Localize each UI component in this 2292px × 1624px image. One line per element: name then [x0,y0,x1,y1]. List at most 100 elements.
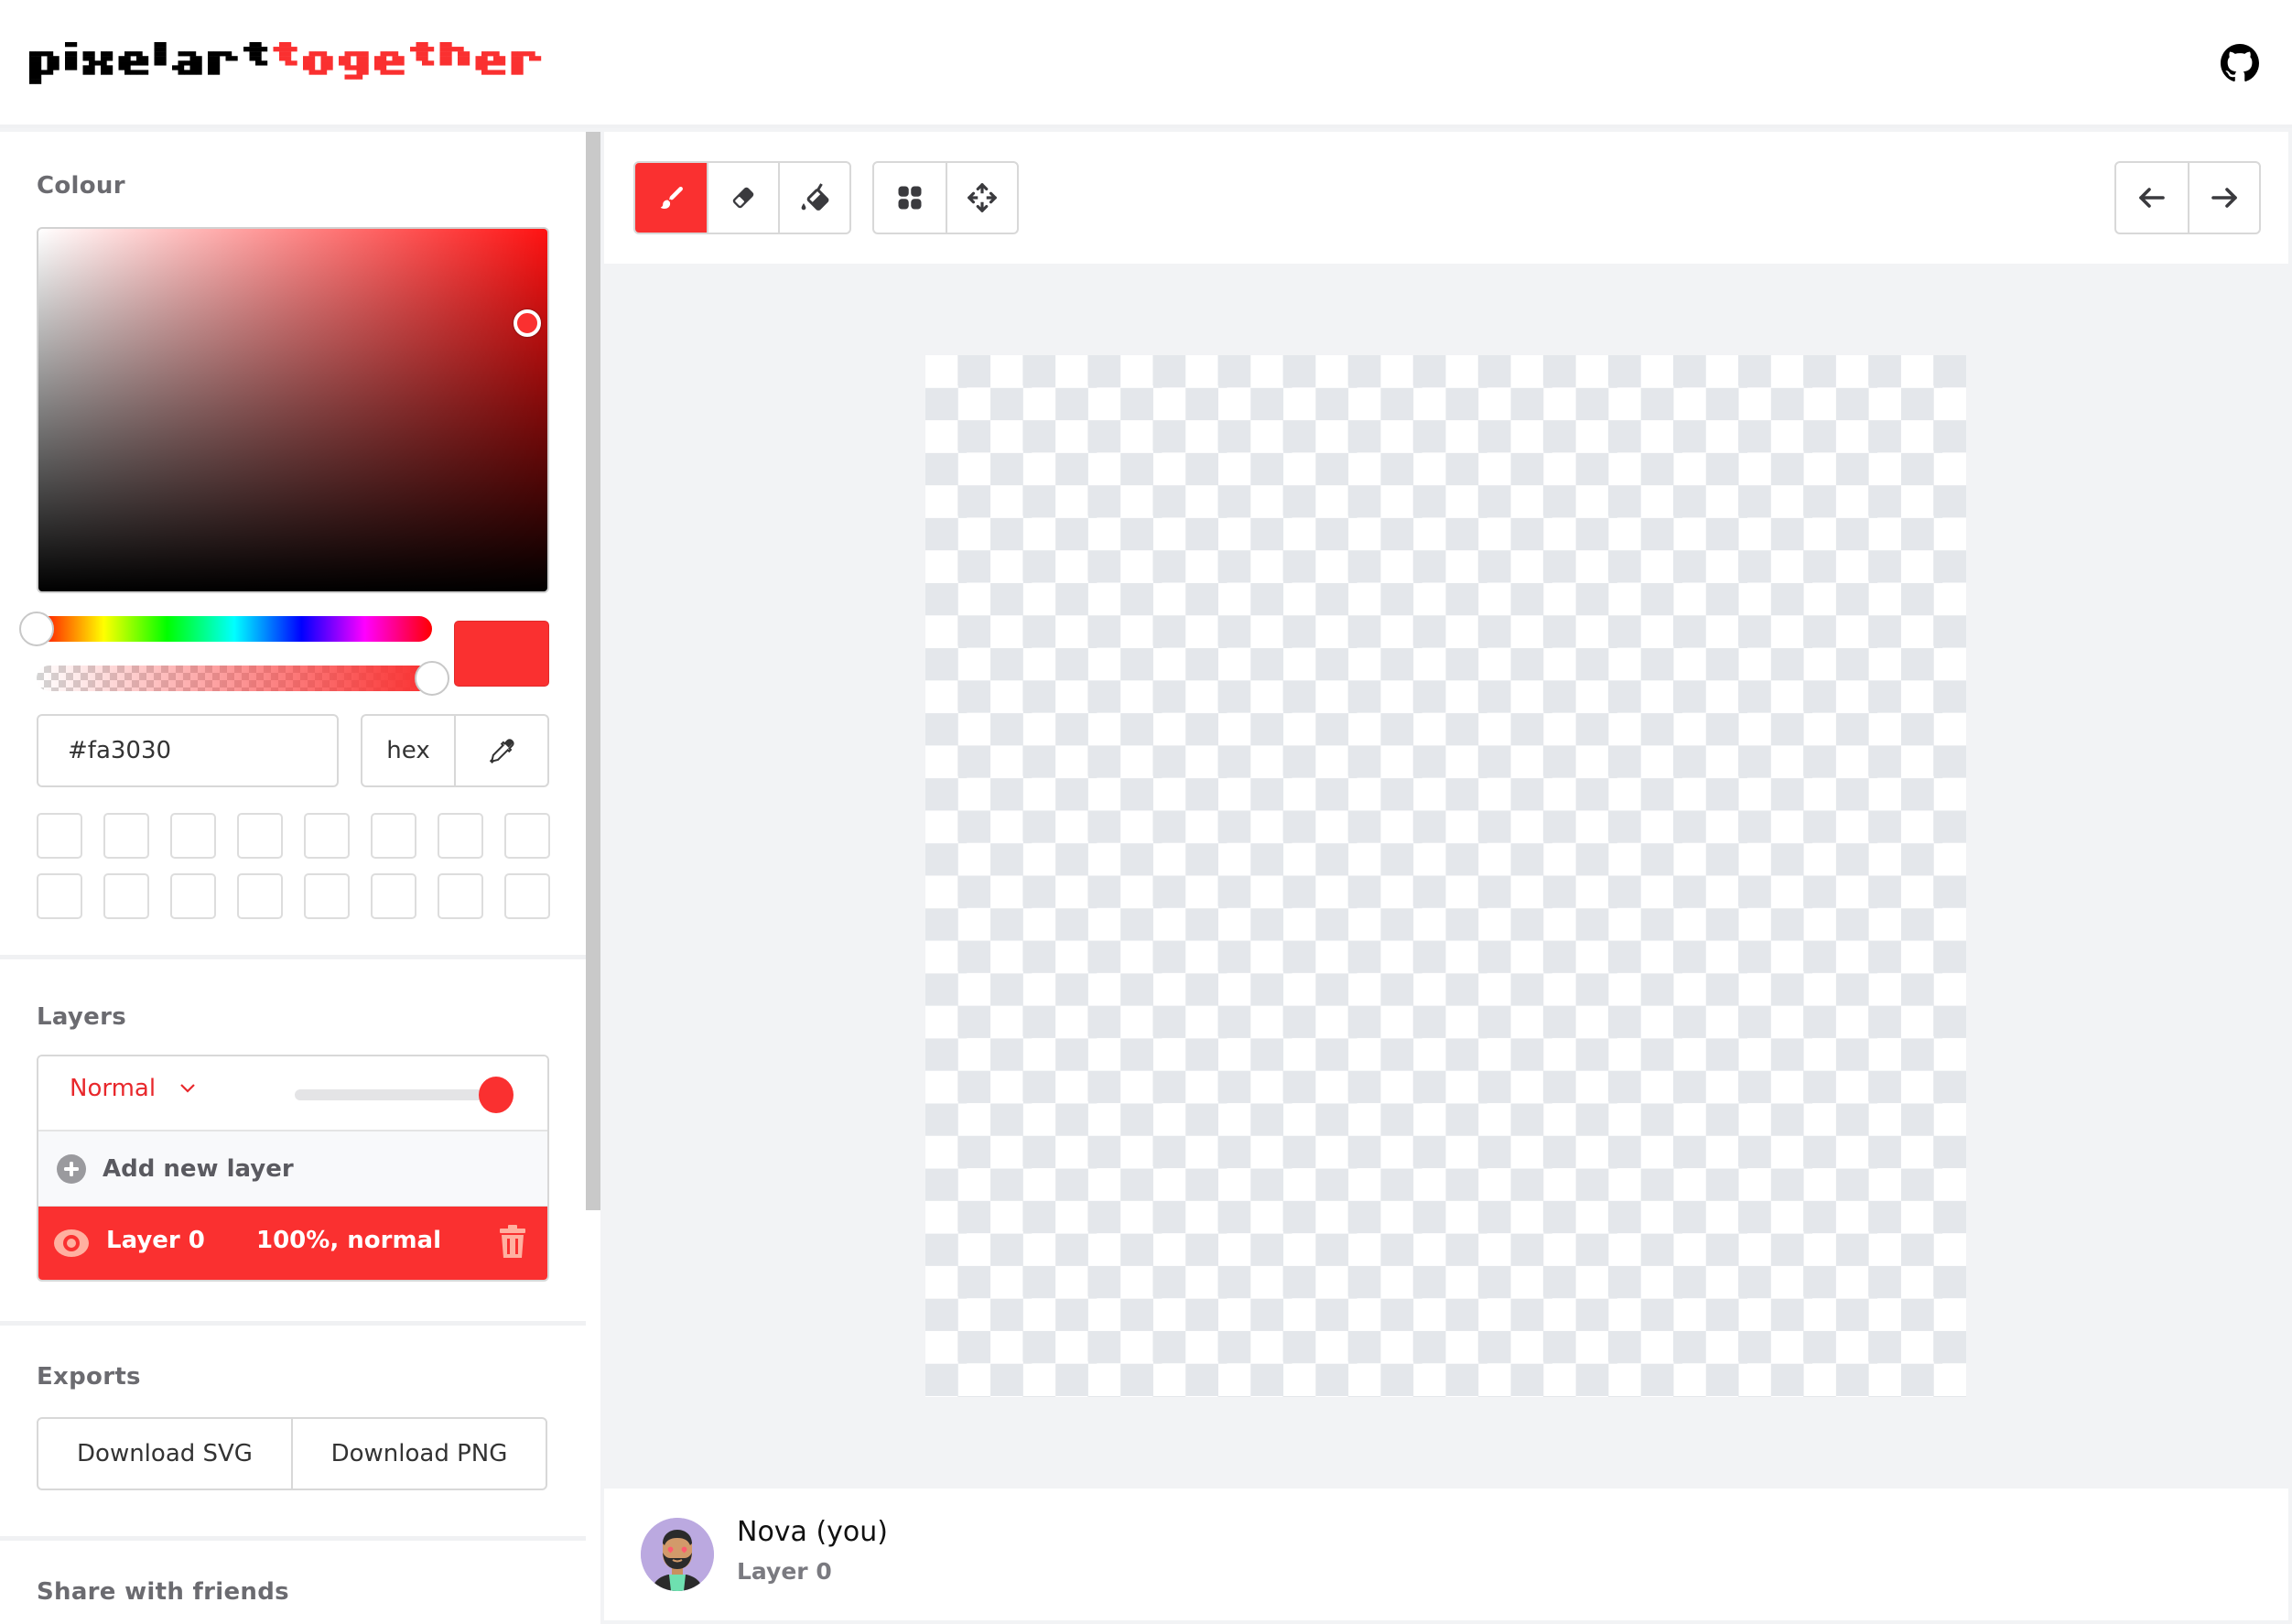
logo-pixel [362,60,369,66]
logo-pixel [160,42,167,48]
logo-pixel [439,60,447,66]
logo-pixel [356,70,363,75]
fill-tool-button[interactable] [778,163,849,233]
palette-swatch-slot[interactable] [170,873,216,919]
logo-pixel [493,51,500,57]
logo-pixel [70,60,78,66]
logo-pixel [356,56,363,61]
hue-slider-handle[interactable] [19,612,54,646]
colour-format-toggle[interactable]: hex [362,716,454,785]
download-svg-button[interactable]: Download SVG [38,1419,291,1489]
logo-pixel [320,56,328,61]
logo-pixel [517,70,524,75]
logo-pixel [285,56,292,61]
layer-opacity-handle[interactable] [479,1077,514,1113]
sidebar-scrollbar[interactable] [586,132,600,1624]
logo-pixel [380,56,387,61]
logo-pixel [529,56,535,61]
logo[interactable] [29,42,547,90]
logo-pixel [160,51,167,57]
saturation-value-picker[interactable] [37,227,549,593]
trash-icon [500,1225,525,1258]
move-tool-button[interactable] [946,163,1017,233]
logo-pixel [196,60,202,66]
alpha-slider-handle[interactable] [415,661,449,696]
logo-pixel [308,60,316,66]
logo-pixel [463,60,470,66]
alpha-slider[interactable] [37,661,449,696]
eraser-tool-button[interactable] [707,163,778,233]
logo-pixel [344,56,351,61]
palette-swatch-slot[interactable] [37,813,82,859]
palette-swatch-slot[interactable] [504,873,550,919]
grid-toggle-button[interactable] [874,163,946,233]
hex-colour-input[interactable] [37,714,339,787]
saturation-value-handle[interactable] [513,309,541,337]
logo-pixel [136,56,143,61]
logo-pixel [118,65,125,70]
logo-pixel [303,65,309,70]
redo-button[interactable] [2188,163,2259,233]
download-png-button[interactable]: Download PNG [291,1419,546,1489]
visibility-toggle[interactable] [53,1227,90,1266]
layer-item[interactable]: Layer 0 100%, normal [38,1207,547,1280]
logo-pixel [255,47,262,52]
palette-swatch-slot[interactable] [371,873,416,919]
palette-swatch-slot[interactable] [103,813,149,859]
logo-pixel [82,51,90,57]
blend-mode-select[interactable]: Normal [70,1075,196,1102]
palette-swatch-slot[interactable] [438,873,483,919]
logo-pixel [178,65,185,70]
delete-layer-button[interactable] [500,1225,525,1266]
logo-pixel [344,74,351,80]
palette-swatch-slot[interactable] [438,813,483,859]
layer-opacity-slider[interactable] [295,1077,514,1113]
drawing-canvas[interactable] [925,355,1966,1397]
logo-pixel [29,74,36,80]
arrow-right-icon [2211,188,2237,208]
logo-pixel [481,60,488,66]
palette-swatch-slot[interactable] [237,813,283,859]
logo-pixel [35,60,42,66]
logo-pixel [65,56,71,61]
logo-pixel [142,60,149,66]
logo-pixel [154,42,161,48]
palette-swatch-slot[interactable] [371,813,416,859]
logo-pixel [320,65,328,70]
logo-pixel [320,70,328,75]
logo-pixel [124,60,131,66]
logo-pixel [101,60,107,66]
palette-swatch-slot[interactable] [37,873,82,919]
eyedropper-button[interactable] [454,716,547,785]
logo-pixel [255,51,262,57]
palette-swatch-slot[interactable] [237,873,283,919]
brush-tool-button[interactable] [635,163,707,233]
undo-button[interactable] [2116,163,2188,233]
logo-pixel [142,70,149,75]
logo-pixel [422,51,428,57]
logo-pixel [535,56,542,61]
palette-swatch-slot[interactable] [304,813,350,859]
palette-swatch-slot[interactable] [304,873,350,919]
logo-pixel [308,65,316,70]
logo-pixel [154,47,161,52]
drawing-tools [633,161,851,234]
logo-pixel [196,65,202,70]
logo-pixel [493,60,500,66]
add-layer-button[interactable]: Add new layer [38,1131,547,1207]
hue-slider[interactable] [19,612,432,646]
colour-section-title: Colour [37,172,125,200]
logo-pixel [213,60,221,66]
github-icon[interactable] [2221,44,2259,82]
palette-swatch-slot[interactable] [170,813,216,859]
view-tools [872,161,1019,234]
logo-pixel [416,51,423,57]
user-current-layer: Layer 0 [737,1558,832,1585]
sidebar-scrollbar-thumb[interactable] [586,132,600,1210]
palette-swatch-slot[interactable] [103,873,149,919]
sidebar: Colour hex Layers Normal [0,132,586,1624]
logo-pixel [416,42,423,48]
palette-swatch-slot[interactable] [504,813,550,859]
logo-pixel [523,51,530,57]
logo-pixel [410,47,416,52]
